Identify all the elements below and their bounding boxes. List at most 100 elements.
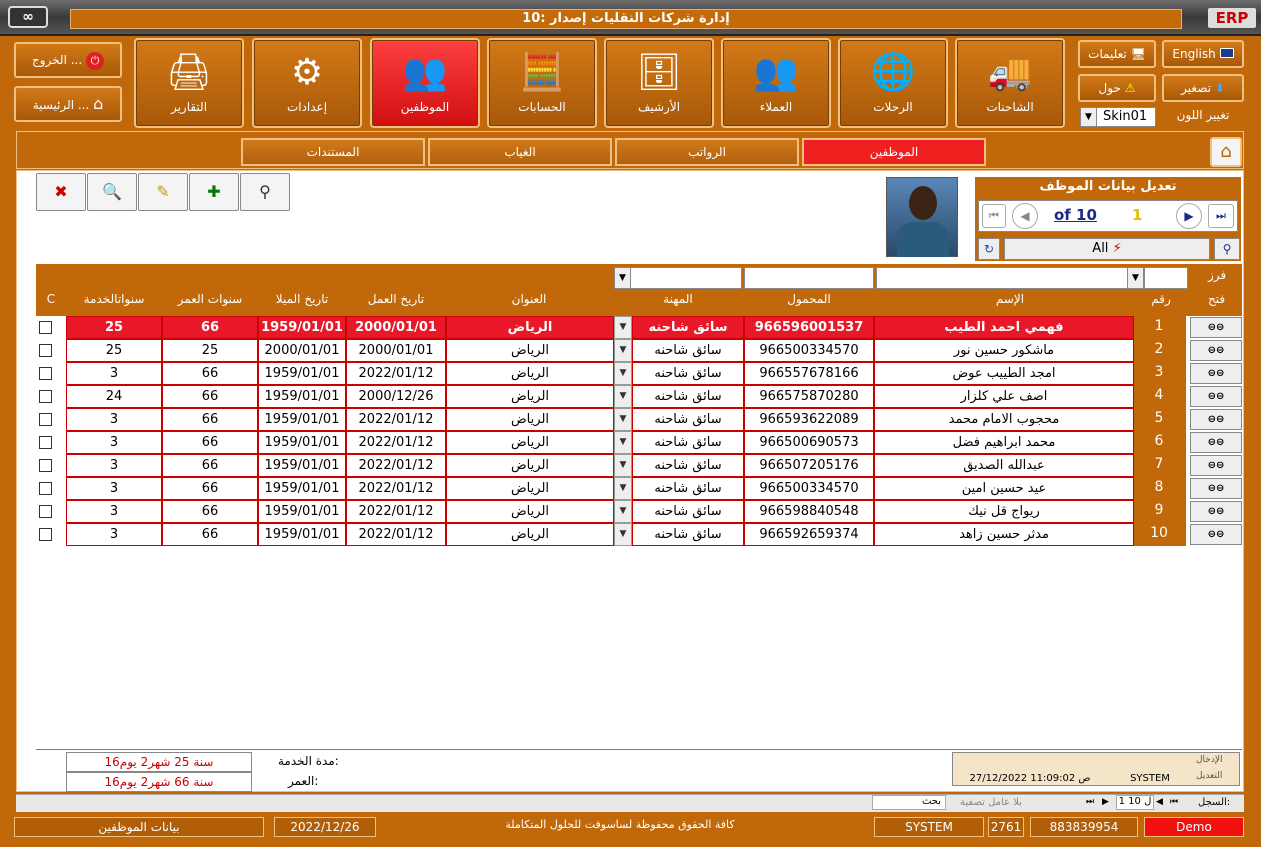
employee-mobile[interactable]: 966500334570	[744, 339, 874, 362]
next-record-button[interactable]: ▶	[1176, 203, 1202, 229]
service-years[interactable]: 3	[66, 523, 162, 546]
table-row[interactable]: ⊖⊖ 6 محمد ابراهيم فضل 966500690573 سائق شاحن…	[36, 431, 1242, 454]
work-date[interactable]: 2022/01/12	[346, 523, 446, 546]
employee-job[interactable]: سائق شاحنه	[632, 454, 744, 477]
work-date[interactable]: 2022/01/12	[346, 500, 446, 523]
employee-name[interactable]: محجوب الامام محمد	[874, 408, 1134, 431]
open-link-button[interactable]: ⊖⊖	[1190, 409, 1242, 430]
row-checkbox[interactable]	[39, 413, 52, 426]
row-checkbox[interactable]	[39, 390, 52, 403]
instructions-button[interactable]: تعليمات 🖥	[1078, 40, 1156, 68]
open-link-button[interactable]: ⊖⊖	[1190, 340, 1242, 361]
employee-job[interactable]: سائق شاحنه	[632, 431, 744, 454]
work-date[interactable]: 2000/01/01	[346, 339, 446, 362]
record-position-input[interactable]: 1 ل 10	[1116, 795, 1154, 810]
age-years[interactable]: 66	[162, 500, 258, 523]
employee-job[interactable]: سائق شاحنه	[632, 408, 744, 431]
employee-job[interactable]: سائق شاحنه	[632, 477, 744, 500]
birth-date[interactable]: 1959/01/01	[258, 431, 346, 454]
age-years[interactable]: 66	[162, 454, 258, 477]
tab-absence[interactable]: الغياب	[428, 138, 612, 166]
module-truck-button[interactable]: 🚚 الشاحنات	[955, 38, 1065, 128]
refresh-button[interactable]: ↻	[978, 238, 1000, 260]
employee-mobile[interactable]: 966575870280	[744, 385, 874, 408]
employee-address[interactable]: الرياض	[446, 316, 614, 339]
module-printer-button[interactable]: 🖨 التقارير	[134, 38, 244, 128]
open-link-button[interactable]: ⊖⊖	[1190, 363, 1242, 384]
employee-address[interactable]: الرياض	[446, 339, 614, 362]
employee-job[interactable]: سائق شاحنه	[632, 500, 744, 523]
filter-mobile[interactable]	[744, 267, 874, 289]
employee-address[interactable]: الرياض	[446, 454, 614, 477]
employee-name[interactable]: فهمي احمد الطيب	[874, 316, 1134, 339]
employee-mobile[interactable]: 966557678166	[744, 362, 874, 385]
employee-job[interactable]: سائق شاحنه	[632, 316, 744, 339]
table-row[interactable]: ⊖⊖ 2 ماشكور حسين نور 966500334570 سائق شاحنه…	[36, 339, 1242, 362]
service-years[interactable]: 3	[66, 500, 162, 523]
table-row[interactable]: ⊖⊖ 1 فهمي احمد الطيب 966596001537 سائق شاحنه…	[36, 316, 1242, 339]
employee-name[interactable]: اصف علي كلزار	[874, 385, 1134, 408]
chevron-down-icon[interactable]: ▼	[614, 431, 632, 454]
search-button[interactable]: ⚲	[240, 173, 290, 211]
table-row[interactable]: ⊖⊖ 4 اصف علي كلزار 966575870280 سائق شاحنه ▼ ا…	[36, 385, 1242, 408]
employee-address[interactable]: الرياض	[446, 477, 614, 500]
employee-job[interactable]: سائق شاحنه	[632, 523, 744, 546]
employee-address[interactable]: الرياض	[446, 362, 614, 385]
home-button[interactable]: الرئيسية ... ⌂	[14, 86, 122, 122]
module-globe-button[interactable]: 🌐 الرحلات	[838, 38, 948, 128]
table-row[interactable]: ⊖⊖ 10 مدثر حسين زاهد 966592659374 سائق شاحنه…	[36, 523, 1242, 546]
last-nav-icon[interactable]: ⏭	[1086, 797, 1094, 807]
module-clients-button[interactable]: 👥 العملاء	[721, 38, 831, 128]
service-years[interactable]: 3	[66, 431, 162, 454]
birth-date[interactable]: 1959/01/01	[258, 454, 346, 477]
row-checkbox[interactable]	[39, 344, 52, 357]
service-years[interactable]: 25	[66, 339, 162, 362]
age-years[interactable]: 66	[162, 316, 258, 339]
service-years[interactable]: 3	[66, 454, 162, 477]
employee-mobile[interactable]: 966598840548	[744, 500, 874, 523]
employee-mobile[interactable]: 966500334570	[744, 477, 874, 500]
employee-name[interactable]: مدثر حسين زاهد	[874, 523, 1134, 546]
filter-num[interactable]	[1144, 267, 1188, 289]
open-link-button[interactable]: ⊖⊖	[1190, 432, 1242, 453]
employee-name[interactable]: ماشكور حسين نور	[874, 339, 1134, 362]
age-years[interactable]: 25	[162, 339, 258, 362]
employee-mobile[interactable]: 966596001537	[744, 316, 874, 339]
chevron-down-icon[interactable]: ▼	[614, 477, 632, 500]
age-years[interactable]: 66	[162, 431, 258, 454]
work-date[interactable]: 2022/01/12	[346, 477, 446, 500]
employee-address[interactable]: الرياض	[446, 431, 614, 454]
table-row[interactable]: ⊖⊖ 9 ريواج قل نيك 966598840548 سائق شاحنه ▼ ال…	[36, 500, 1242, 523]
service-years[interactable]: 3	[66, 362, 162, 385]
work-date[interactable]: 2022/01/12	[346, 431, 446, 454]
service-years[interactable]: 3	[66, 477, 162, 500]
preview-button[interactable]: 🔍	[87, 173, 137, 211]
open-link-button[interactable]: ⊖⊖	[1190, 478, 1242, 499]
work-date[interactable]: 2022/01/12	[346, 454, 446, 477]
find-button[interactable]: ⚲	[1214, 238, 1240, 260]
employee-job[interactable]: سائق شاحنه	[632, 385, 744, 408]
last-record-button[interactable]: ⏭	[1208, 204, 1234, 228]
minimize-button[interactable]: تصغير ⬇	[1162, 74, 1244, 102]
birth-date[interactable]: 1959/01/01	[258, 362, 346, 385]
about-button[interactable]: حول ⚠	[1078, 74, 1156, 102]
edit-button[interactable]: ✎	[138, 173, 188, 211]
module-gears-button[interactable]: ⚙ إعدادات	[252, 38, 362, 128]
filter-all-button[interactable]: All ⚡	[1004, 238, 1210, 260]
table-row[interactable]: ⊖⊖ 8 عيد حسين امين 966500334570 سائق شاحنه ▼ ا…	[36, 477, 1242, 500]
table-row[interactable]: ⊖⊖ 5 محجوب الامام محمد 966593622089 سائق شاح…	[36, 408, 1242, 431]
birth-date[interactable]: 1959/01/01	[258, 523, 346, 546]
filter-job[interactable]: ▼	[614, 267, 742, 289]
employee-name[interactable]: عيد حسين امين	[874, 477, 1134, 500]
prev-nav-icon[interactable]: ◀	[1156, 797, 1163, 807]
age-years[interactable]: 66	[162, 523, 258, 546]
employee-name[interactable]: امجد الطييب عوض	[874, 362, 1134, 385]
age-years[interactable]: 66	[162, 362, 258, 385]
employee-mobile[interactable]: 966500690573	[744, 431, 874, 454]
first-nav-icon[interactable]: ⏮	[1170, 797, 1178, 807]
employee-mobile[interactable]: 966507205176	[744, 454, 874, 477]
birth-date[interactable]: 1959/01/01	[258, 477, 346, 500]
work-date[interactable]: 2000/12/26	[346, 385, 446, 408]
chevron-down-icon[interactable]: ▼	[614, 316, 632, 339]
row-checkbox[interactable]	[39, 459, 52, 472]
